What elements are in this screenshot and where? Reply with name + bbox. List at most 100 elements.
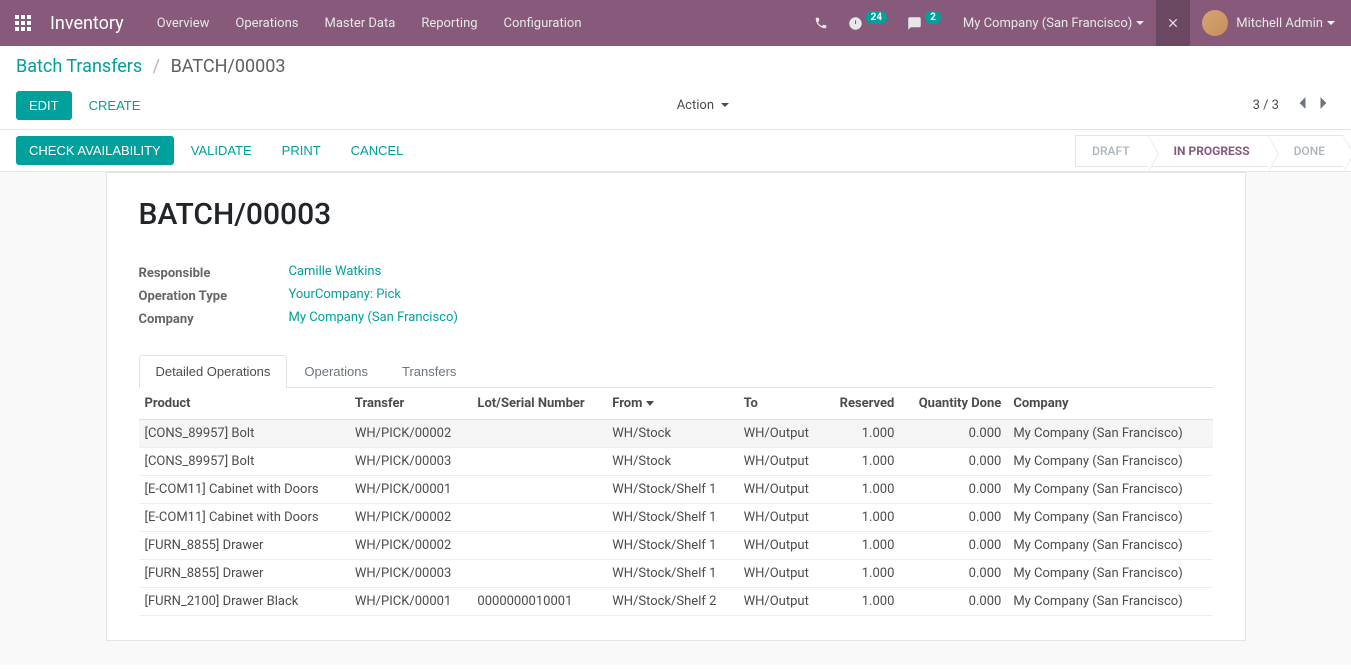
form-container: BATCH/00003 Responsible Camille Watkins … — [0, 172, 1351, 665]
tab-detailed-operations[interactable]: Detailed Operations — [139, 355, 288, 387]
edit-button[interactable]: EDIT — [16, 91, 72, 120]
th-reserved[interactable]: Reserved — [825, 388, 900, 420]
tab-operations[interactable]: Operations — [287, 355, 385, 387]
th-product[interactable]: Product — [139, 388, 349, 420]
nav-configuration[interactable]: Configuration — [491, 2, 595, 45]
th-from[interactable]: From — [606, 388, 737, 420]
nav-right: 24 2 My Company (San Francisco) Mitchell… — [804, 0, 1343, 46]
main-navbar: Inventory Overview Operations Master Dat… — [0, 0, 1351, 46]
company-switcher[interactable]: My Company (San Francisco) — [951, 0, 1156, 46]
cell-from: WH/Stock — [606, 420, 737, 448]
table-row[interactable]: [FURN_8855] Drawer WH/PICK/00003 WH/Stoc… — [139, 560, 1213, 588]
cell-from: WH/Stock — [606, 448, 737, 476]
table-row[interactable]: [E-COM11] Cabinet with Doors WH/PICK/000… — [139, 476, 1213, 504]
tabs: Detailed Operations Operations Transfers — [139, 355, 1213, 388]
cell-reserved: 1.000 — [825, 588, 900, 616]
table-row[interactable]: [E-COM11] Cabinet with Doors WH/PICK/000… — [139, 504, 1213, 532]
cancel-button[interactable]: CANCEL — [338, 136, 417, 165]
nav-reporting[interactable]: Reporting — [408, 2, 490, 45]
cell-product: [CONS_89957] Bolt — [139, 448, 349, 476]
table-row[interactable]: [FURN_2100] Drawer Black WH/PICK/00001 0… — [139, 588, 1213, 616]
action-label: Action — [677, 98, 714, 113]
operation-type-value[interactable]: YourCompany: Pick — [289, 287, 402, 302]
apps-menu-icon[interactable] — [0, 0, 46, 46]
pager-next-icon[interactable] — [1313, 92, 1335, 118]
th-transfer[interactable]: Transfer — [349, 388, 472, 420]
cell-qty-done: 0.000 — [900, 588, 1007, 616]
user-menu[interactable]: Mitchell Admin — [1190, 0, 1343, 46]
cell-product: [FURN_8855] Drawer — [139, 532, 349, 560]
avatar — [1202, 10, 1228, 36]
th-qty-done[interactable]: Quantity Done — [900, 388, 1007, 420]
company-value[interactable]: My Company (San Francisco) — [289, 310, 458, 325]
statusbar: CHECK AVAILABILITY VALIDATE PRINT CANCEL… — [0, 130, 1351, 172]
chevron-down-icon — [1136, 21, 1144, 25]
breadcrumb-current: BATCH/00003 — [171, 56, 286, 77]
chevron-down-icon — [721, 103, 729, 107]
cell-qty-done: 0.000 — [900, 476, 1007, 504]
cell-to: WH/Output — [738, 504, 825, 532]
status-draft[interactable]: DRAFT — [1075, 135, 1147, 167]
validate-button[interactable]: VALIDATE — [178, 136, 265, 165]
cell-lot — [471, 532, 606, 560]
cell-company: My Company (San Francisco) — [1007, 532, 1212, 560]
nav-overview[interactable]: Overview — [144, 2, 223, 45]
cell-from: WH/Stock/Shelf 2 — [606, 588, 737, 616]
print-button[interactable]: PRINT — [269, 136, 334, 165]
cell-to: WH/Output — [738, 448, 825, 476]
cell-lot — [471, 504, 606, 532]
table-row[interactable]: [CONS_89957] Bolt WH/PICK/00003 WH/Stock… — [139, 448, 1213, 476]
breadcrumb-separator: / — [147, 56, 166, 77]
pager-text[interactable]: 3 / 3 — [1253, 98, 1279, 113]
cell-transfer: WH/PICK/00002 — [349, 420, 472, 448]
cell-qty-done: 0.000 — [900, 532, 1007, 560]
table-row[interactable]: [CONS_89957] Bolt WH/PICK/00002 WH/Stock… — [139, 420, 1213, 448]
cell-to: WH/Output — [738, 532, 825, 560]
cell-company: My Company (San Francisco) — [1007, 448, 1212, 476]
status-done[interactable]: DONE — [1268, 135, 1343, 167]
cell-transfer: WH/PICK/00002 — [349, 504, 472, 532]
debug-icon[interactable] — [1156, 0, 1190, 46]
cell-company: My Company (San Francisco) — [1007, 476, 1212, 504]
action-dropdown[interactable]: Action — [665, 92, 742, 119]
cell-from: WH/Stock/Shelf 1 — [606, 560, 737, 588]
cell-product: [CONS_89957] Bolt — [139, 420, 349, 448]
breadcrumb-parent[interactable]: Batch Transfers — [16, 56, 142, 77]
nav-master-data[interactable]: Master Data — [311, 2, 408, 45]
chevron-down-icon — [1327, 21, 1335, 25]
create-button[interactable]: CREATE — [76, 91, 154, 120]
table-row[interactable]: [FURN_8855] Drawer WH/PICK/00002 WH/Stoc… — [139, 532, 1213, 560]
th-lot[interactable]: Lot/Serial Number — [471, 388, 606, 420]
cell-from: WH/Stock/Shelf 1 — [606, 476, 737, 504]
responsible-label: Responsible — [139, 264, 289, 281]
nav-operations[interactable]: Operations — [222, 2, 311, 45]
status-in-progress[interactable]: IN PROGRESS — [1148, 135, 1268, 167]
check-availability-button[interactable]: CHECK AVAILABILITY — [16, 136, 174, 165]
phone-icon[interactable] — [804, 0, 838, 46]
sort-desc-icon — [646, 401, 654, 406]
cell-reserved: 1.000 — [825, 448, 900, 476]
cell-from: WH/Stock/Shelf 1 — [606, 532, 737, 560]
cell-transfer: WH/PICK/00001 — [349, 476, 472, 504]
cell-transfer: WH/PICK/00002 — [349, 532, 472, 560]
tab-transfers[interactable]: Transfers — [385, 355, 473, 387]
cell-lot — [471, 420, 606, 448]
th-to[interactable]: To — [738, 388, 825, 420]
messages-icon[interactable]: 2 — [897, 0, 951, 46]
cell-transfer: WH/PICK/00003 — [349, 448, 472, 476]
nav-menu: Overview Operations Master Data Reportin… — [144, 2, 595, 45]
cell-reserved: 1.000 — [825, 504, 900, 532]
app-brand[interactable]: Inventory — [46, 13, 144, 34]
cell-qty-done: 0.000 — [900, 448, 1007, 476]
cell-to: WH/Output — [738, 420, 825, 448]
pager-prev-icon[interactable] — [1291, 92, 1313, 118]
user-name: Mitchell Admin — [1236, 16, 1323, 31]
form-sheet: BATCH/00003 Responsible Camille Watkins … — [106, 172, 1246, 641]
breadcrumb: Batch Transfers / BATCH/00003 — [16, 56, 1335, 77]
activities-badge: 24 — [866, 11, 887, 24]
cell-product: [E-COM11] Cabinet with Doors — [139, 476, 349, 504]
activities-icon[interactable]: 24 — [838, 0, 897, 46]
th-company[interactable]: Company — [1007, 388, 1212, 420]
cell-transfer: WH/PICK/00001 — [349, 588, 472, 616]
responsible-value[interactable]: Camille Watkins — [289, 264, 382, 279]
